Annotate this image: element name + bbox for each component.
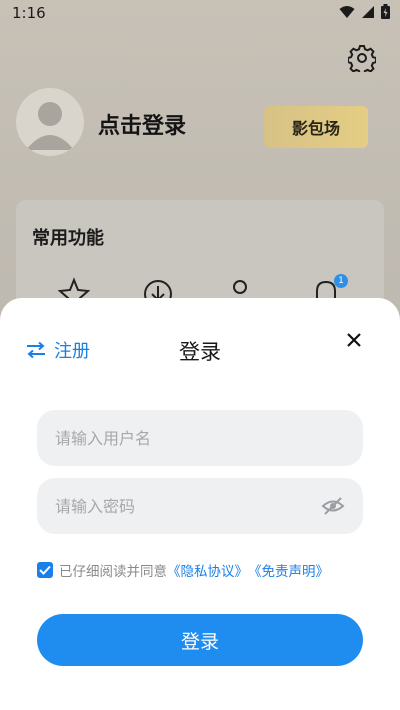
vip-button[interactable]: 影包场 xyxy=(264,106,368,148)
avatar[interactable] xyxy=(16,88,84,156)
wifi-icon xyxy=(339,5,355,18)
settings-gear-icon[interactable] xyxy=(348,44,376,72)
login-prompt[interactable]: 点击登录 xyxy=(98,108,186,140)
common-functions-title: 常用功能 xyxy=(32,228,104,249)
agree-text: 已仔细阅读并同意 xyxy=(59,564,167,580)
agree-checkbox[interactable] xyxy=(37,562,53,578)
close-icon[interactable] xyxy=(346,332,362,348)
privacy-policy-link[interactable]: 《隐私协议》 xyxy=(167,560,248,580)
status-icons xyxy=(339,4,390,19)
signal-icon xyxy=(362,5,374,18)
notification-badge: 1 xyxy=(334,274,348,288)
login-button[interactable]: 登录 xyxy=(37,614,363,666)
checkmark-icon xyxy=(39,565,51,575)
username-field[interactable] xyxy=(37,410,363,466)
hide-password-eye-icon[interactable] xyxy=(321,494,345,518)
login-sheet: 注册 登录 已仔细阅读并同意 《隐私协议》 《免责声明》 登录 xyxy=(0,298,400,710)
password-field[interactable] xyxy=(37,478,363,534)
status-time: 1:16 xyxy=(12,4,46,22)
agreement-row: 已仔细阅读并同意 《隐私协议》 《免责声明》 xyxy=(37,560,329,580)
sheet-title: 登录 xyxy=(179,340,221,364)
disclaimer-link[interactable]: 《免责声明》 xyxy=(248,560,329,580)
battery-icon xyxy=(381,4,390,19)
username-input[interactable] xyxy=(53,427,363,449)
status-bar: 1:16 xyxy=(0,0,400,26)
default-avatar-icon xyxy=(26,102,74,150)
password-input[interactable] xyxy=(53,495,321,517)
